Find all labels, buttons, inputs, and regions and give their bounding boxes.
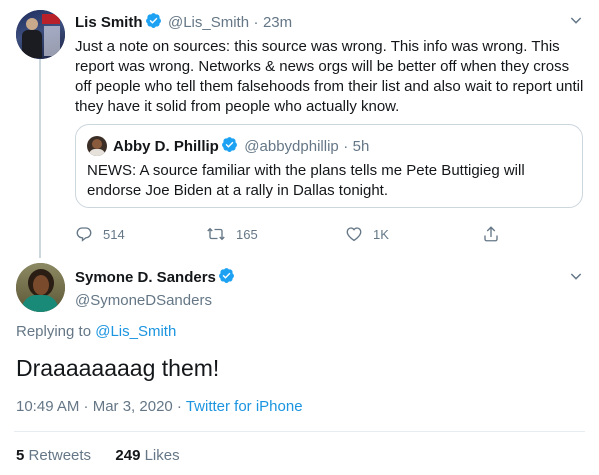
retweet-stat-count: 5 — [16, 447, 25, 464]
share-button[interactable] — [482, 225, 510, 243]
quote-header: Abby D. Phillip @abbydphillip · 5h — [113, 136, 369, 158]
tweet-text: Just a note on sources: this source was … — [75, 38, 584, 115]
engagement-stats: 5 Retweets 249 Likes — [16, 447, 180, 464]
avatar[interactable] — [16, 263, 65, 312]
divider — [14, 431, 585, 432]
replying-to-label: Replying to — [16, 323, 96, 340]
like-button[interactable]: 1K — [345, 225, 389, 243]
quote-text: NEWS: A source familiar with the plans t… — [87, 162, 525, 199]
author-name[interactable]: Lis Smith — [75, 14, 143, 31]
replying-to: Replying to @Lis_Smith — [16, 323, 176, 340]
tweet-header: Lis Smith @Lis_Smith · 23m — [75, 12, 292, 34]
retweet-icon — [207, 227, 225, 241]
verified-badge-icon — [218, 267, 235, 289]
tweet-source-link[interactable]: Twitter for iPhone — [186, 398, 303, 415]
retweet-button[interactable]: 165 — [206, 225, 258, 243]
quote-author-name: Abby D. Phillip — [113, 138, 219, 155]
share-icon — [484, 226, 498, 242]
like-stat-count: 249 — [115, 447, 141, 464]
retweets-stat[interactable]: 5 Retweets — [16, 447, 91, 464]
quote-time: 5h — [352, 138, 370, 155]
retweet-stat-label: Retweets — [28, 447, 92, 464]
likes-stat[interactable]: 249 Likes — [115, 447, 179, 464]
quote-avatar — [87, 136, 107, 156]
like-stat-label: Likes — [144, 447, 180, 464]
reply-button[interactable]: 514 — [75, 225, 125, 243]
chevron-down-icon[interactable] — [568, 268, 584, 284]
like-icon — [346, 227, 362, 242]
tweet-timestamp[interactable]: 10:49 AM · Mar 3, 2020 · — [16, 398, 186, 415]
thread-connector — [39, 58, 41, 258]
separator-dot: · — [343, 138, 349, 155]
tweet-text: Draaaaaaaag them! — [16, 355, 220, 381]
verified-badge-icon — [145, 12, 162, 34]
tweet-metadata: 10:49 AM · Mar 3, 2020 · Twitter for iPh… — [16, 398, 303, 415]
tweet-time[interactable]: 23m — [263, 14, 292, 31]
quote-author-handle: @abbydphillip — [244, 138, 339, 155]
quoted-tweet-card[interactable]: Abby D. Phillip @abbydphillip · 5h NEWS:… — [75, 124, 583, 208]
reply-count: 514 — [103, 226, 125, 242]
replying-to-handle-link[interactable]: @Lis_Smith — [95, 323, 176, 340]
chevron-down-icon[interactable] — [568, 12, 584, 28]
reply-icon — [76, 227, 92, 242]
like-count: 1K — [373, 226, 389, 242]
author-info: Symone D. Sanders @SymoneDSanders — [75, 267, 237, 310]
author-handle[interactable]: @Lis_Smith — [168, 14, 249, 31]
avatar[interactable] — [16, 10, 65, 59]
author-handle[interactable]: @SymoneDSanders — [75, 292, 212, 309]
verified-badge-icon — [221, 136, 238, 158]
separator-dot: · — [253, 14, 259, 31]
retweet-count: 165 — [236, 226, 258, 242]
author-name[interactable]: Symone D. Sanders — [75, 269, 216, 286]
